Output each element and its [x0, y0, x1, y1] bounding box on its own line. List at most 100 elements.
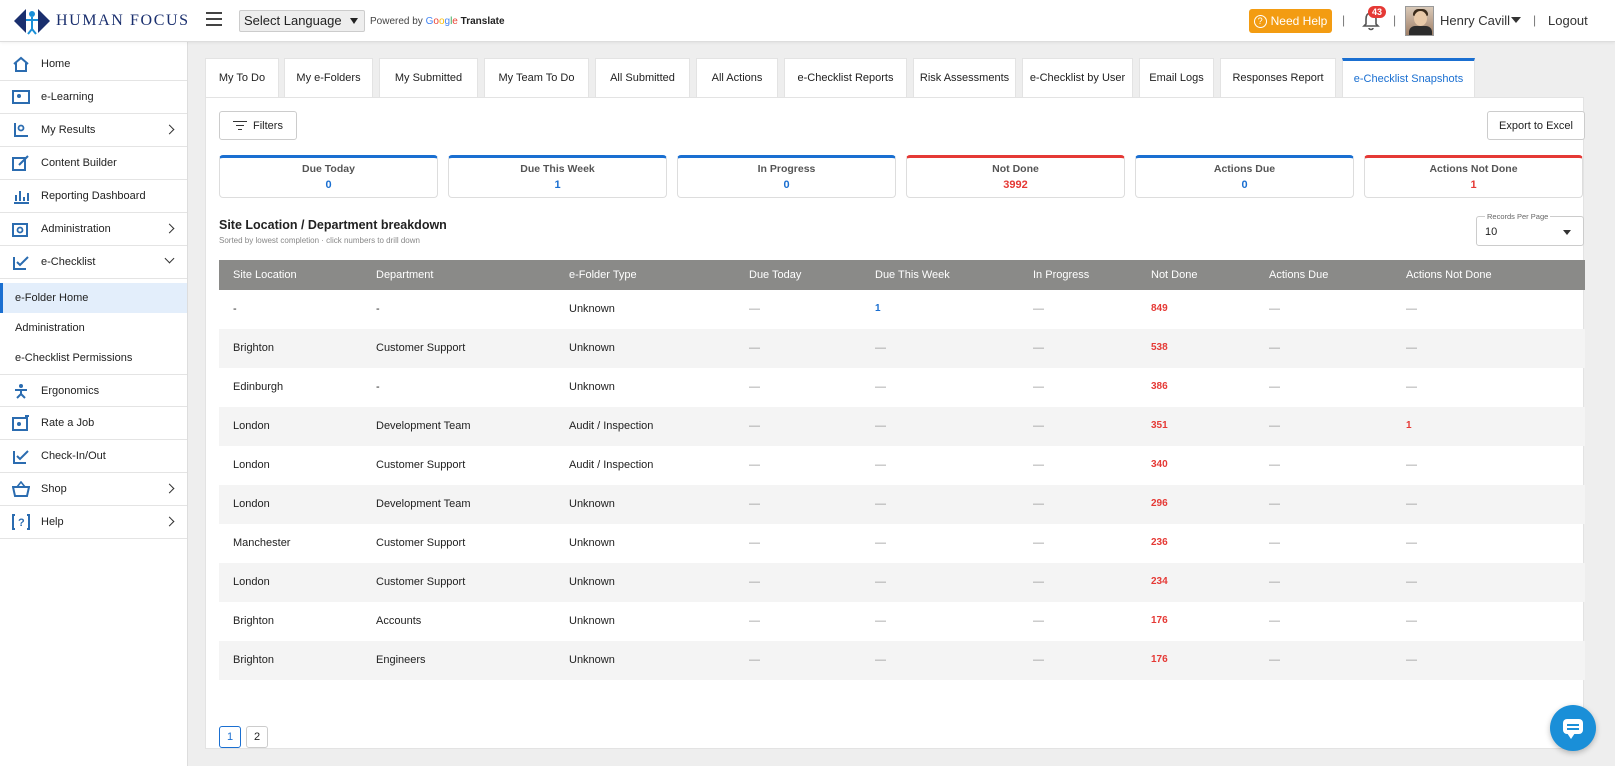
tab-all-actions[interactable]: All Actions [696, 58, 778, 97]
cell-site-location: London [233, 459, 270, 471]
sidebar-item-rate-a-job[interactable]: Rate a Job [0, 407, 187, 440]
cell-not-done[interactable]: 236 [1151, 537, 1168, 548]
cell-in-progress: — [1033, 459, 1044, 471]
tab-risk-assessments[interactable]: Risk Assessments [913, 58, 1016, 97]
cell-actions-due: — [1269, 459, 1280, 471]
sidebar-item-home[interactable]: Home [0, 48, 187, 81]
cell-efolder-type: Unknown [569, 342, 615, 354]
cell-actions-due: — [1269, 615, 1280, 627]
tab-echecklist-snapshots[interactable]: e-Checklist Snapshots [1342, 58, 1475, 97]
user-name[interactable]: Henry Cavill [1440, 13, 1510, 28]
filters-button[interactable]: Filters [219, 111, 297, 140]
sidebar-item-shop[interactable]: Shop [0, 473, 187, 506]
cell-due-this-week[interactable]: 1 [875, 303, 881, 314]
logo[interactable]: HUMAN FOCUS [12, 6, 190, 36]
tab-my-to-do[interactable]: My To Do [205, 58, 279, 97]
cell-not-done[interactable]: 386 [1151, 381, 1168, 392]
cell-actions-due: — [1269, 420, 1280, 432]
summary-card-not-done: Not Done 3992 [906, 155, 1125, 198]
cell-efolder-type: Unknown [569, 303, 615, 315]
tab-echecklist-by-user[interactable]: e-Checklist by User [1022, 58, 1133, 97]
column-header-due-this-week[interactable]: Due This Week [875, 269, 950, 281]
tab-echecklist-reports[interactable]: e-Checklist Reports [784, 58, 907, 97]
sidebar-subitem-echecklist-permissions[interactable]: e-Checklist Permissions [0, 343, 187, 373]
cell-actions-not-done: — [1406, 498, 1417, 510]
column-header-in-progress[interactable]: In Progress [1033, 269, 1089, 281]
cell-due-today: — [749, 420, 760, 432]
tab-my-efolders[interactable]: My e-Folders [284, 58, 373, 97]
summary-card-actions-not-done: Actions Not Done 1 [1364, 155, 1583, 198]
sidebar-item-help[interactable]: ? Help [0, 506, 187, 539]
cell-not-done[interactable]: 351 [1151, 420, 1168, 431]
cell-due-this-week: — [875, 498, 886, 510]
sidebar-subitem-administration[interactable]: Administration [0, 313, 187, 343]
column-header-not-done[interactable]: Not Done [1151, 269, 1197, 281]
avatar[interactable] [1405, 6, 1434, 36]
cell-due-today: — [749, 303, 760, 315]
page-2-button[interactable]: 2 [246, 726, 268, 748]
sidebar-item-check-in-out[interactable]: Check-In/Out [0, 440, 187, 473]
cell-not-done[interactable]: 849 [1151, 303, 1168, 314]
cell-not-done[interactable]: 340 [1151, 459, 1168, 470]
cell-in-progress: — [1033, 342, 1044, 354]
records-per-page-select[interactable]: Records Per Page 10 [1476, 212, 1584, 246]
tab-responses-report[interactable]: Responses Report [1220, 58, 1336, 97]
table-row: London Customer Support Audit / Inspection… [219, 446, 1585, 485]
sidebar-item-content-builder[interactable]: Content Builder [0, 147, 187, 180]
column-header-site-location[interactable]: Site Location [233, 269, 297, 281]
need-help-button[interactable]: ? Need Help [1249, 9, 1332, 33]
tab-email-logs[interactable]: Email Logs [1139, 58, 1214, 97]
cell-not-done[interactable]: 296 [1151, 498, 1168, 509]
column-header-due-today[interactable]: Due Today [749, 269, 801, 281]
chat-button[interactable] [1550, 705, 1596, 751]
column-header-efolder-type[interactable]: e-Folder Type [569, 269, 637, 281]
content-builder-icon [12, 155, 29, 171]
cell-efolder-type: Audit / Inspection [569, 420, 654, 432]
column-header-department[interactable]: Department [376, 269, 433, 281]
cell-actions-not-done[interactable]: 1 [1406, 420, 1412, 431]
sidebar-item-administration[interactable]: Administration [0, 213, 187, 246]
tab-my-team-to-do[interactable]: My Team To Do [484, 58, 589, 97]
chevron-down-icon [164, 253, 175, 264]
menu-icon[interactable] [206, 12, 222, 26]
sidebar-item-echecklist[interactable]: e-Checklist [0, 246, 187, 279]
chevron-down-icon[interactable] [1511, 17, 1521, 23]
cell-not-done[interactable]: 176 [1151, 654, 1168, 665]
cell-actions-not-done: — [1406, 459, 1417, 471]
sidebar-subitem-efolder-home[interactable]: e-Folder Home [0, 283, 187, 313]
cell-not-done[interactable]: 176 [1151, 615, 1168, 626]
top-header: HUMAN FOCUS Select Language Powered by G… [0, 0, 1615, 42]
sidebar-item-elearning[interactable]: e-Learning [0, 81, 187, 114]
cell-efolder-type: Unknown [569, 615, 615, 627]
language-select[interactable]: Select Language [239, 10, 365, 32]
tab-my-submitted[interactable]: My Submitted [379, 58, 478, 97]
sidebar-item-my-results[interactable]: My Results [0, 114, 187, 147]
cell-actions-due: — [1269, 342, 1280, 354]
page-1-button[interactable]: 1 [219, 726, 241, 748]
sidebar-item-reporting-dashboard[interactable]: Reporting Dashboard [0, 180, 187, 213]
cell-due-this-week: — [875, 576, 886, 588]
cell-site-location: Edinburgh [233, 381, 284, 393]
cell-not-done[interactable]: 234 [1151, 576, 1168, 587]
chevron-right-icon [164, 223, 175, 234]
column-header-actions-not-done[interactable]: Actions Not Done [1406, 269, 1492, 281]
table-body: - - Unknown — 1 — 849 — — Brighton Customer Suppor… [219, 290, 1585, 680]
column-header-actions-due[interactable]: Actions Due [1269, 269, 1328, 281]
sidebar-item-ergonomics[interactable]: Ergonomics [0, 374, 187, 407]
cell-in-progress: — [1033, 537, 1044, 549]
cell-department: Accounts [376, 615, 422, 627]
chat-icon [1563, 719, 1583, 739]
cell-efolder-type: Audit / Inspection [569, 459, 654, 471]
logout-link[interactable]: Logout [1548, 13, 1588, 28]
tab-all-submitted[interactable]: All Submitted [595, 58, 690, 97]
cell-due-today: — [749, 498, 760, 510]
cell-not-done[interactable]: 538 [1151, 342, 1168, 353]
cell-due-today: — [749, 654, 760, 666]
table-row: Brighton Customer Support Unknown — — — 538 — — [219, 329, 1585, 368]
export-to-excel-button[interactable]: Export to Excel [1487, 111, 1585, 140]
cell-due-today: — [749, 459, 760, 471]
cell-department: - [376, 381, 380, 393]
cell-actions-not-done: — [1406, 576, 1417, 588]
records-per-page-label: Records Per Page [1485, 212, 1551, 221]
cell-efolder-type: Unknown [569, 654, 615, 666]
